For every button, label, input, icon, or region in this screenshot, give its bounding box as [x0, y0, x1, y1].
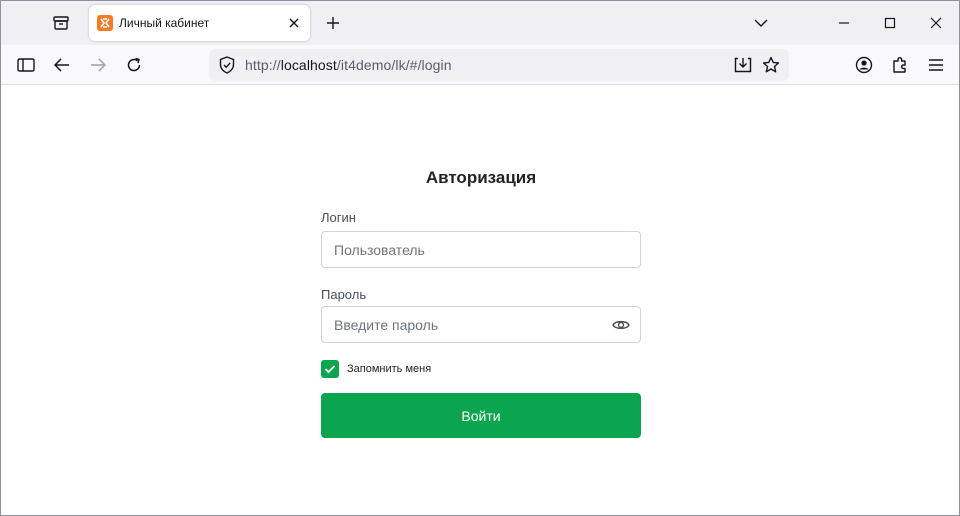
page-content: Авторизация Логин Пользователь Пароль Вв…: [1, 86, 959, 515]
new-tab-button[interactable]: [319, 9, 347, 37]
sidebar-button[interactable]: [10, 49, 42, 81]
tab-close-button[interactable]: [284, 13, 304, 33]
address-bar[interactable]: http://localhost/it4demo/lk/#/login: [209, 49, 789, 81]
password-input[interactable]: Введите пароль: [321, 306, 641, 343]
app-menu-button[interactable]: [920, 49, 952, 81]
login-input[interactable]: Пользователь: [321, 231, 641, 268]
account-button[interactable]: [848, 49, 880, 81]
puzzle-icon: [893, 57, 906, 73]
tab-title: Личный кабинет: [119, 16, 210, 30]
save-page-button[interactable]: [729, 51, 757, 79]
shield-icon: [219, 56, 235, 74]
tab-strip: Личный кабинет: [1, 1, 959, 45]
tab-active[interactable]: Личный кабинет: [89, 5, 310, 41]
maximize-icon: [884, 17, 896, 29]
list-all-tabs-button[interactable]: [747, 9, 775, 37]
submit-label: Войти: [461, 407, 501, 424]
plus-icon: [327, 17, 339, 29]
eye-icon: [612, 320, 630, 329]
forward-arrow-icon: [91, 58, 106, 72]
remember-me[interactable]: Запомнить меня: [321, 360, 431, 378]
reload-icon: [127, 57, 141, 72]
url-path: /it4demo/lk/#/login: [336, 57, 452, 73]
password-label: Пароль: [321, 287, 367, 302]
reload-button[interactable]: [118, 49, 150, 81]
show-password-button[interactable]: [602, 307, 640, 342]
back-button[interactable]: [46, 49, 78, 81]
login-label: Логин: [321, 210, 356, 225]
checkmark-icon: [324, 365, 336, 374]
xampp-icon: [97, 15, 113, 31]
remember-checkbox[interactable]: [321, 360, 339, 378]
minimize-button[interactable]: [821, 1, 867, 45]
tab-overview-button[interactable]: [45, 9, 77, 37]
login-submit-button[interactable]: Войти: [321, 393, 641, 438]
tab-overview-icon: [53, 16, 69, 30]
login-placeholder: Пользователь: [334, 241, 425, 258]
minimize-icon: [839, 22, 849, 24]
navigation-toolbar: http://localhost/it4demo/lk/#/login: [1, 45, 959, 85]
maximize-button[interactable]: [867, 1, 913, 45]
remember-label: Запомнить меня: [347, 363, 432, 375]
browser-window: Личный кабинет http://localhost/it4demo/…: [0, 0, 960, 516]
star-icon: [762, 56, 780, 73]
bookmark-button[interactable]: [757, 51, 785, 79]
hamburger-icon: [929, 59, 943, 71]
url-host: localhost: [280, 57, 337, 73]
close-window-button[interactable]: [913, 1, 959, 45]
close-icon: [289, 18, 299, 28]
download-icon: [734, 57, 752, 73]
password-placeholder: Введите пароль: [334, 316, 439, 333]
close-icon: [930, 17, 942, 29]
chevron-down-icon: [754, 19, 768, 27]
tracking-protection-button[interactable]: [211, 49, 243, 81]
forward-button[interactable]: [82, 49, 114, 81]
page-title: Авторизация: [425, 168, 537, 187]
account-icon: [855, 56, 873, 74]
back-arrow-icon: [54, 58, 69, 72]
url-scheme: http://: [245, 57, 281, 73]
sidebar-icon: [17, 58, 35, 72]
extensions-button[interactable]: [884, 49, 916, 81]
url-text[interactable]: http://localhost/it4demo/lk/#/login: [245, 57, 729, 73]
